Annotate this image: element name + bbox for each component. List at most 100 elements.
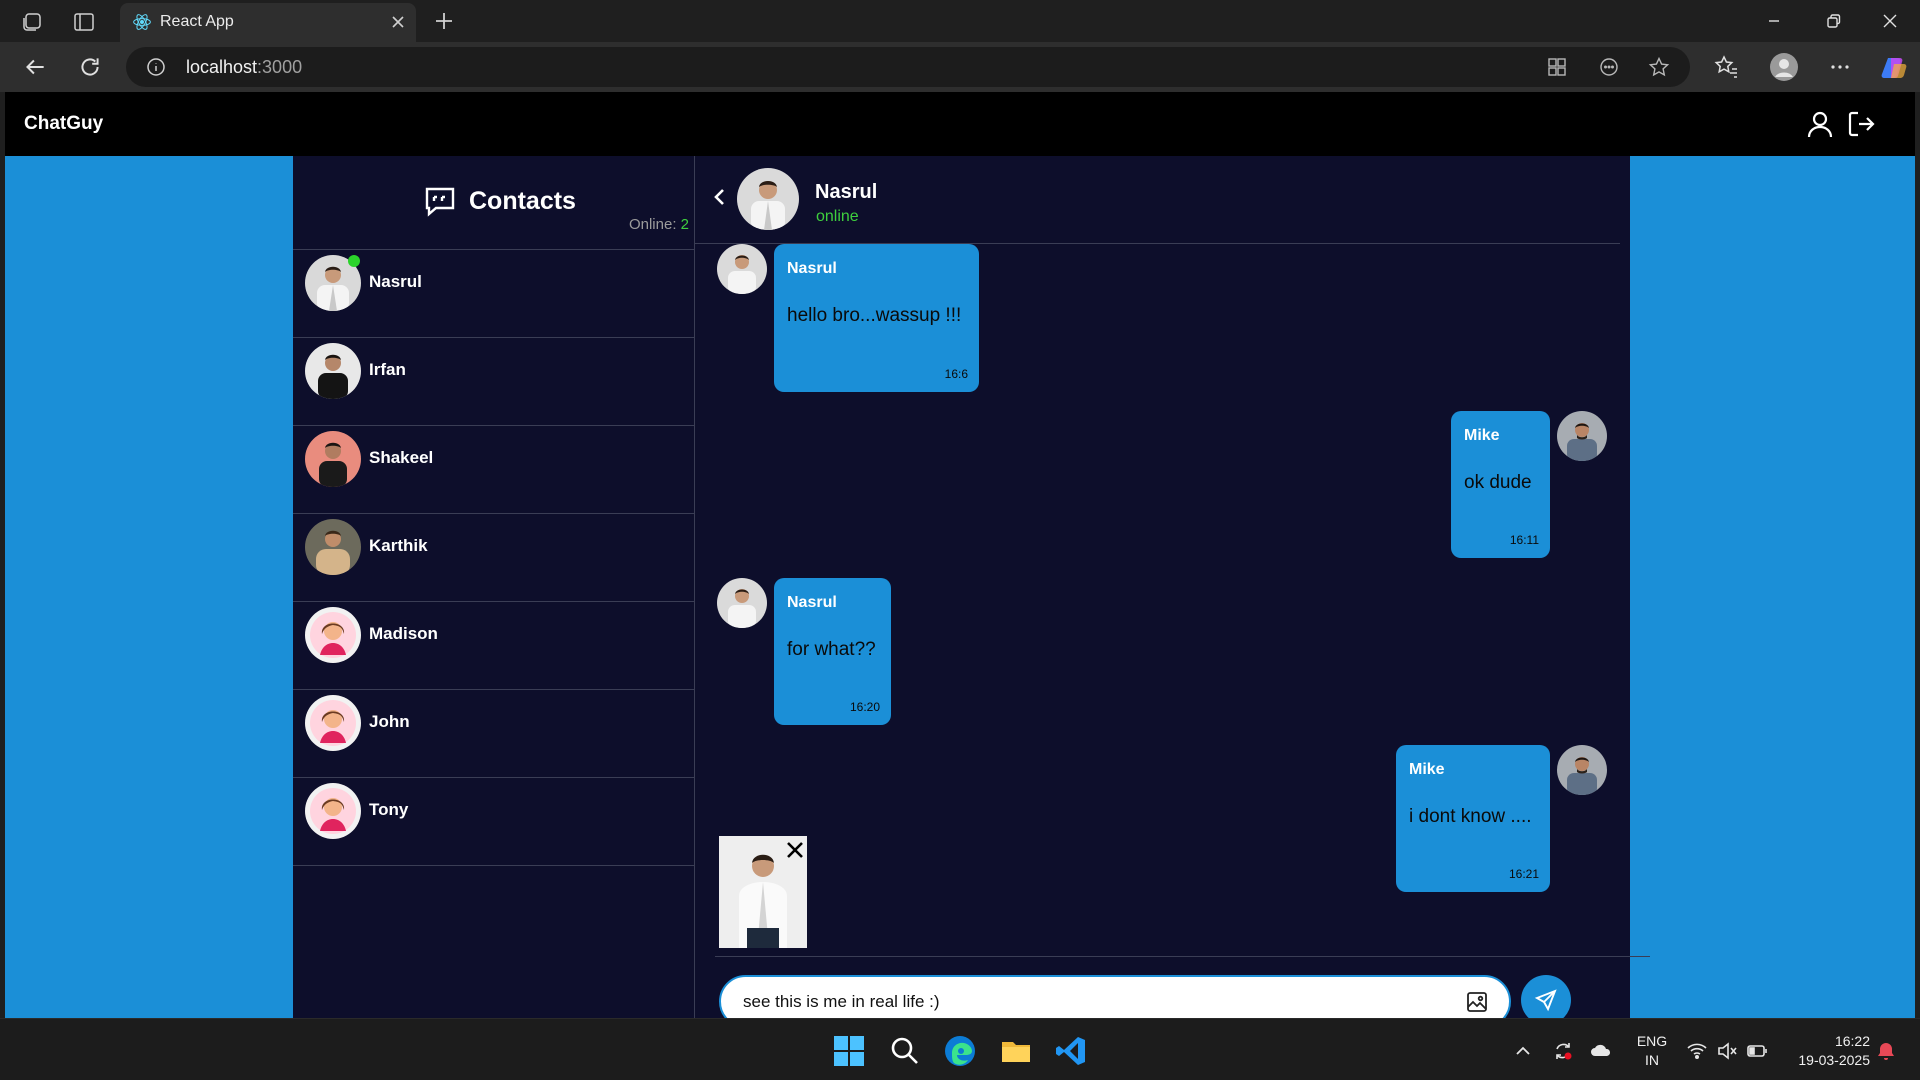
favorite-star-icon[interactable] bbox=[1648, 56, 1670, 78]
more-options-icon[interactable] bbox=[1827, 54, 1853, 80]
volume-muted-icon[interactable] bbox=[1716, 1040, 1738, 1062]
contact-item[interactable]: Irfan bbox=[293, 338, 694, 426]
tab-title: React App bbox=[160, 13, 234, 30]
close-tab-icon[interactable] bbox=[390, 14, 406, 30]
minimize-icon[interactable] bbox=[1762, 9, 1786, 33]
avatar bbox=[717, 244, 767, 294]
refresh-icon[interactable] bbox=[77, 54, 103, 80]
browser-tab[interactable]: React App bbox=[120, 3, 416, 42]
remove-attachment-icon[interactable] bbox=[783, 838, 807, 862]
message-time: 16:20 bbox=[849, 700, 880, 714]
contact-name: Tony bbox=[369, 800, 409, 819]
windows-start-icon[interactable] bbox=[832, 1034, 866, 1068]
avatar bbox=[305, 695, 361, 751]
avatar bbox=[305, 343, 361, 399]
favorites-icon[interactable] bbox=[1713, 54, 1739, 80]
contact-item[interactable]: John bbox=[293, 690, 694, 778]
brand-logo[interactable]: ChatGuy bbox=[24, 113, 103, 135]
contacts-panel: Contacts Online: 2 Nasrul Irfan Shakeel bbox=[293, 156, 695, 1018]
message-text: hello bro...wassup !!! bbox=[787, 305, 962, 326]
user-icon[interactable] bbox=[1804, 108, 1836, 140]
close-window-icon[interactable] bbox=[1878, 9, 1902, 33]
edge-browser-icon[interactable] bbox=[943, 1034, 977, 1068]
chat-bubble-icon bbox=[423, 184, 469, 218]
reading-view-icon[interactable] bbox=[1598, 56, 1620, 78]
contact-item[interactable]: Shakeel bbox=[293, 426, 694, 514]
chat-status: online bbox=[816, 208, 859, 225]
message-bubble: Nasrul hello bro...wassup !!! 16:6 bbox=[774, 244, 979, 392]
avatar bbox=[737, 168, 799, 230]
avatar bbox=[1557, 411, 1607, 461]
url-text: localhost:3000 bbox=[186, 57, 303, 77]
battery-icon[interactable] bbox=[1746, 1040, 1768, 1062]
address-bar[interactable]: localhost:3000 bbox=[126, 47, 1690, 87]
avatar bbox=[717, 578, 767, 628]
message-input[interactable] bbox=[743, 989, 1443, 1015]
react-logo-icon bbox=[132, 12, 152, 32]
online-status-dot bbox=[348, 255, 360, 267]
chevron-left-icon[interactable] bbox=[709, 186, 731, 208]
avatar bbox=[1557, 745, 1607, 795]
attach-image-icon[interactable] bbox=[1465, 990, 1489, 1014]
message-text: ok dude bbox=[1464, 472, 1532, 493]
workspaces-icon[interactable] bbox=[20, 10, 44, 34]
language-indicator[interactable]: ENG IN bbox=[1632, 1032, 1672, 1070]
wifi-icon[interactable] bbox=[1686, 1040, 1708, 1062]
message-sender: Nasrul bbox=[787, 260, 837, 277]
browser-tab-bar: React App bbox=[0, 0, 1920, 42]
copilot-icon[interactable] bbox=[1880, 54, 1908, 82]
message-bubble: Mike i dont know .... 16:21 bbox=[1396, 745, 1550, 892]
message-time: 16:6 bbox=[944, 367, 968, 381]
profile-icon[interactable] bbox=[1769, 52, 1799, 82]
contact-name: John bbox=[369, 712, 410, 731]
message-sender: Nasrul bbox=[787, 594, 837, 611]
contacts-header: Contacts Online: 2 bbox=[293, 156, 694, 250]
contact-item[interactable]: Madison bbox=[293, 602, 694, 690]
message-text: for what?? bbox=[787, 639, 876, 660]
image-attachment-preview bbox=[719, 836, 807, 948]
site-info-icon[interactable] bbox=[146, 57, 166, 77]
contact-item[interactable]: Tony bbox=[293, 778, 694, 866]
contact-name: Shakeel bbox=[369, 448, 434, 467]
clock[interactable]: 16:22 19-03-2025 bbox=[1784, 1032, 1870, 1070]
restore-icon[interactable] bbox=[1821, 9, 1845, 33]
chat-contact-name: Nasrul bbox=[815, 181, 878, 203]
onedrive-icon[interactable] bbox=[1590, 1040, 1612, 1062]
avatar bbox=[305, 519, 361, 575]
contacts-title: Contacts bbox=[423, 184, 576, 218]
vscode-icon[interactable] bbox=[1054, 1034, 1088, 1068]
contact-name: Madison bbox=[369, 624, 438, 643]
contact-name: Nasrul bbox=[369, 272, 422, 291]
message-bubble: Nasrul for what?? 16:20 bbox=[774, 578, 891, 725]
app-root: ChatGuy Contacts Online: 2 Nasrul Irfan … bbox=[5, 92, 1915, 1028]
notification-bell-icon[interactable] bbox=[1875, 1040, 1897, 1062]
back-arrow-icon[interactable] bbox=[22, 54, 48, 80]
new-tab-icon[interactable] bbox=[432, 9, 456, 33]
chat-header: Nasrul online bbox=[695, 156, 1620, 244]
avatar bbox=[305, 783, 361, 839]
contacts-title-text: Contacts bbox=[469, 186, 576, 215]
contact-item[interactable]: Karthik bbox=[293, 514, 694, 602]
logout-icon[interactable] bbox=[1845, 108, 1877, 140]
search-icon[interactable] bbox=[888, 1034, 922, 1068]
message-sender: Mike bbox=[1464, 427, 1500, 444]
composer-divider bbox=[715, 956, 1650, 957]
message-time: 16:21 bbox=[1508, 867, 1539, 881]
taskbar: ENG IN 16:22 19-03-2025 bbox=[0, 1018, 1920, 1080]
message-text: i dont know .... bbox=[1409, 806, 1532, 827]
contact-name: Karthik bbox=[369, 536, 428, 555]
message-bubble: Mike ok dude 16:11 bbox=[1451, 411, 1550, 558]
app-available-icon[interactable] bbox=[1546, 56, 1568, 78]
avatar bbox=[305, 431, 361, 487]
message-sender: Mike bbox=[1409, 761, 1445, 778]
message-time: 16:11 bbox=[1509, 533, 1539, 547]
contact-name: Irfan bbox=[369, 360, 406, 379]
chevron-up-icon[interactable] bbox=[1512, 1040, 1534, 1062]
address-toolbar: localhost:3000 bbox=[0, 42, 1920, 92]
sync-icon[interactable] bbox=[1552, 1040, 1574, 1062]
file-explorer-icon[interactable] bbox=[999, 1034, 1033, 1068]
tab-actions-icon[interactable] bbox=[72, 10, 96, 34]
chat-panel: Nasrul online Nasrul hello bro...wassup … bbox=[695, 156, 1650, 1028]
online-count: Online: 2 bbox=[628, 216, 689, 233]
contact-item[interactable]: Nasrul bbox=[293, 250, 694, 338]
